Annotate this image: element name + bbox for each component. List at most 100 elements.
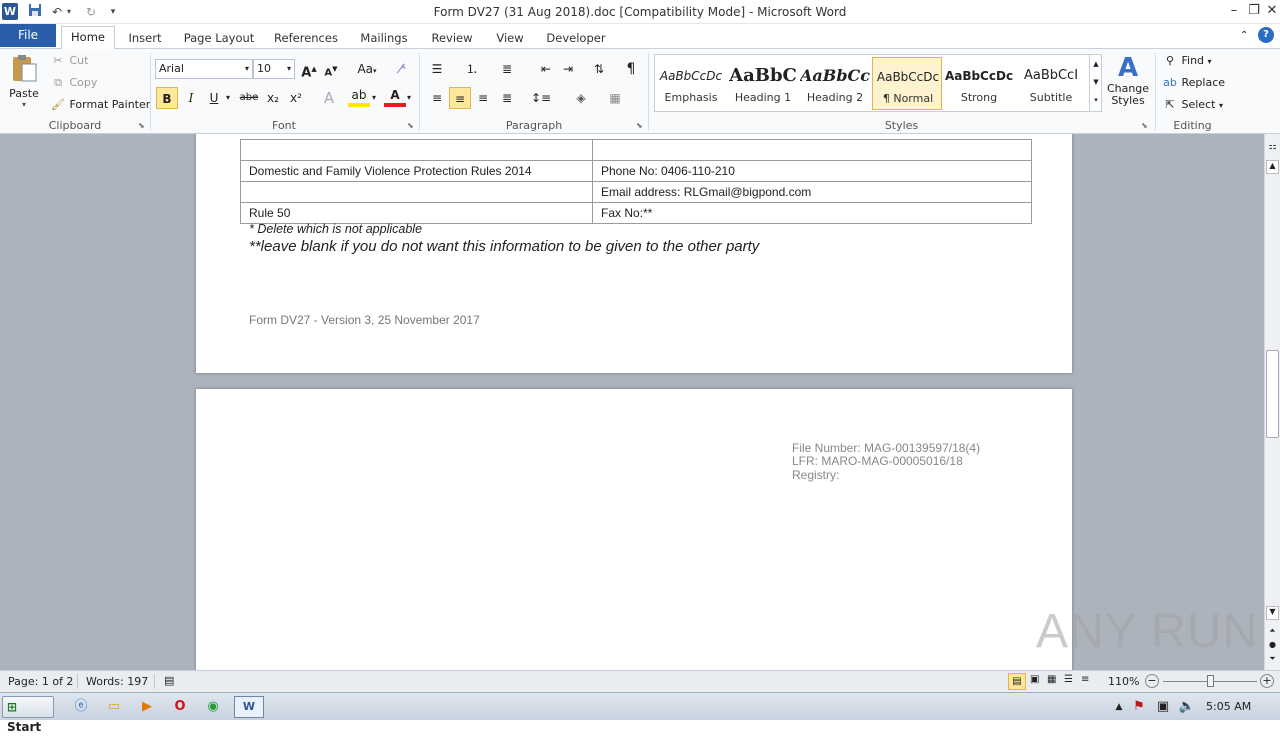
sort-icon[interactable]: ⇅ bbox=[588, 58, 610, 80]
chevron-down-icon[interactable]: ▾ bbox=[245, 60, 249, 78]
web-layout-view-icon[interactable]: ▦ bbox=[1047, 674, 1056, 685]
start-button[interactable]: ⊞ Start bbox=[2, 696, 54, 734]
shrink-font-button[interactable]: A▼ bbox=[320, 58, 342, 80]
outline-view-icon[interactable]: ☰ bbox=[1064, 674, 1073, 685]
grow-font-button[interactable]: A▲ bbox=[298, 58, 320, 80]
copy-button[interactable]: ⧉ Copy bbox=[50, 75, 97, 91]
subscript-button[interactable]: x₂ bbox=[262, 87, 284, 109]
explorer-icon[interactable]: ▭ bbox=[103, 697, 125, 717]
style-heading-2[interactable]: AaBbCc Heading 2 bbox=[800, 57, 870, 110]
paste-dropdown-icon[interactable]: ▾ bbox=[6, 100, 42, 109]
style-strong[interactable]: AaBbCcDc Strong bbox=[944, 57, 1014, 110]
bullets-icon[interactable]: ☰ bbox=[426, 58, 448, 80]
select-browse-object-icon[interactable]: ● bbox=[1266, 640, 1279, 652]
styles-scroll[interactable]: ▲ ▼ ▾ bbox=[1089, 55, 1102, 111]
numbering-icon[interactable]: ⒈ bbox=[461, 58, 483, 80]
tab-mailings[interactable]: Mailings bbox=[356, 28, 412, 48]
tab-references[interactable]: References bbox=[272, 28, 340, 48]
change-case-button[interactable]: Aa▾ bbox=[354, 58, 380, 80]
tab-developer[interactable]: Developer bbox=[544, 28, 608, 48]
zoom-out-icon[interactable]: − bbox=[1145, 674, 1159, 688]
draft-view-icon[interactable]: ≡ bbox=[1081, 674, 1089, 685]
vertical-scrollbar[interactable]: ⚏ ▲ ▼ ⏶ ● ⏷ bbox=[1264, 134, 1280, 670]
ruler-toggle-icon[interactable]: ⚏ bbox=[1266, 142, 1279, 156]
zoom-slider-thumb[interactable] bbox=[1207, 675, 1214, 687]
underline-dropdown-icon[interactable]: ▾ bbox=[226, 93, 230, 102]
highlight-icon[interactable]: ab bbox=[348, 87, 370, 107]
minimize-button[interactable]: – bbox=[1224, 2, 1244, 20]
help-icon[interactable]: ? bbox=[1258, 27, 1274, 43]
print-layout-view-icon[interactable]: ▤ bbox=[1008, 673, 1026, 690]
scroll-down-icon[interactable]: ▼ bbox=[1266, 606, 1279, 620]
zoom-level[interactable]: 110% bbox=[1108, 675, 1139, 688]
style-heading-1[interactable]: AaBbC Heading 1 bbox=[728, 57, 798, 110]
zoom-in-icon[interactable]: + bbox=[1260, 674, 1274, 688]
select-button[interactable]: ⇱ Select ▾ bbox=[1162, 97, 1223, 113]
show-formatting-button[interactable]: ¶ bbox=[620, 58, 642, 80]
style-normal[interactable]: AaBbCcDc ¶ Normal bbox=[872, 57, 942, 110]
tab-insert[interactable]: Insert bbox=[124, 28, 166, 48]
tab-file[interactable]: File bbox=[0, 24, 56, 47]
strikethrough-button[interactable]: abe bbox=[238, 87, 260, 109]
italic-button[interactable]: I bbox=[180, 87, 202, 109]
volume-icon[interactable]: 🔈 bbox=[1176, 697, 1198, 717]
ie-icon[interactable]: ⓔ bbox=[70, 697, 92, 717]
close-button[interactable]: ✕ bbox=[1262, 2, 1280, 20]
paragraph-launcher-icon[interactable]: ⬊ bbox=[636, 121, 643, 130]
style-emphasis[interactable]: AaBbCcDc Emphasis bbox=[656, 57, 726, 110]
clock[interactable]: 5:05 AM bbox=[1206, 700, 1251, 713]
change-styles-button[interactable]: A Change Styles bbox=[1104, 53, 1152, 117]
bold-button[interactable]: B bbox=[156, 87, 178, 109]
next-page-icon[interactable]: ⏷ bbox=[1266, 654, 1279, 666]
style-subtitle[interactable]: AaBbCcI Subtitle bbox=[1016, 57, 1086, 110]
format-painter-button[interactable]: 🖌 Format Painter bbox=[50, 97, 150, 113]
cut-button[interactable]: ✂ Cut bbox=[50, 53, 88, 69]
align-center-icon[interactable]: ≡ bbox=[449, 87, 471, 109]
proofing-icon[interactable]: ▤ bbox=[164, 674, 174, 687]
chrome-icon[interactable]: ◉ bbox=[202, 697, 224, 717]
align-right-icon[interactable]: ≡ bbox=[472, 87, 494, 109]
replace-button[interactable]: ab Replace bbox=[1162, 75, 1225, 91]
tab-home[interactable]: Home bbox=[61, 26, 115, 49]
underline-button[interactable]: U bbox=[203, 87, 225, 109]
show-hidden-icons[interactable]: ▲ bbox=[1108, 697, 1130, 717]
prev-page-icon[interactable]: ⏶ bbox=[1266, 626, 1279, 638]
restore-button[interactable]: ❐ bbox=[1244, 2, 1264, 20]
taskbar-word-button[interactable]: W bbox=[234, 696, 264, 718]
scroll-up-icon[interactable]: ▲ bbox=[1266, 160, 1279, 174]
increase-indent-icon[interactable]: ⇥ bbox=[557, 58, 579, 80]
scroll-thumb[interactable] bbox=[1266, 350, 1279, 438]
tab-review[interactable]: Review bbox=[428, 28, 476, 48]
clear-formatting-icon[interactable]: ᴬ̸ bbox=[392, 58, 414, 80]
justify-icon[interactable]: ≣ bbox=[496, 87, 518, 109]
styles-launcher-icon[interactable]: ⬊ bbox=[1141, 121, 1148, 130]
font-color-icon[interactable]: A bbox=[384, 87, 406, 107]
shading-icon[interactable]: ◈ bbox=[570, 87, 592, 109]
network-icon[interactable]: ▣ bbox=[1152, 697, 1174, 717]
full-screen-view-icon[interactable]: ▣ bbox=[1030, 674, 1039, 685]
tab-view[interactable]: View bbox=[492, 28, 528, 48]
superscript-button[interactable]: x² bbox=[285, 87, 307, 109]
media-player-icon[interactable]: ▶ bbox=[136, 697, 158, 717]
opera-icon[interactable]: O bbox=[169, 697, 191, 717]
highlight-dropdown-icon[interactable]: ▾ bbox=[372, 93, 376, 102]
tab-page-layout[interactable]: Page Layout bbox=[182, 28, 256, 48]
borders-icon[interactable]: ▦ bbox=[604, 87, 626, 109]
chevron-down-icon[interactable]: ▾ bbox=[287, 60, 291, 78]
decrease-indent-icon[interactable]: ⇤ bbox=[535, 58, 557, 80]
find-button[interactable]: ⚲ Find ▾ bbox=[1162, 53, 1212, 69]
word-count[interactable]: Words: 197 bbox=[86, 675, 148, 688]
document-area[interactable]: Domestic and Family Violence Protection … bbox=[0, 134, 1264, 670]
paste-button[interactable]: Paste ▾ bbox=[6, 53, 42, 115]
font-color-dropdown-icon[interactable]: ▾ bbox=[407, 93, 411, 102]
page-count[interactable]: Page: 1 of 2 bbox=[8, 675, 73, 688]
align-left-icon[interactable]: ≡ bbox=[426, 87, 448, 109]
font-size-combo[interactable]: 10 ▾ bbox=[253, 59, 295, 79]
minimize-ribbon-icon[interactable]: ⌃ bbox=[1240, 30, 1248, 41]
font-launcher-icon[interactable]: ⬊ bbox=[407, 121, 414, 130]
multilevel-list-icon[interactable]: ≣ bbox=[496, 58, 518, 80]
line-spacing-icon[interactable]: ↕≡ bbox=[530, 87, 552, 109]
font-name-combo[interactable]: Arial ▾ bbox=[155, 59, 253, 79]
clipboard-launcher-icon[interactable]: ⬊ bbox=[138, 121, 145, 130]
text-effects-icon[interactable]: A bbox=[318, 87, 340, 109]
